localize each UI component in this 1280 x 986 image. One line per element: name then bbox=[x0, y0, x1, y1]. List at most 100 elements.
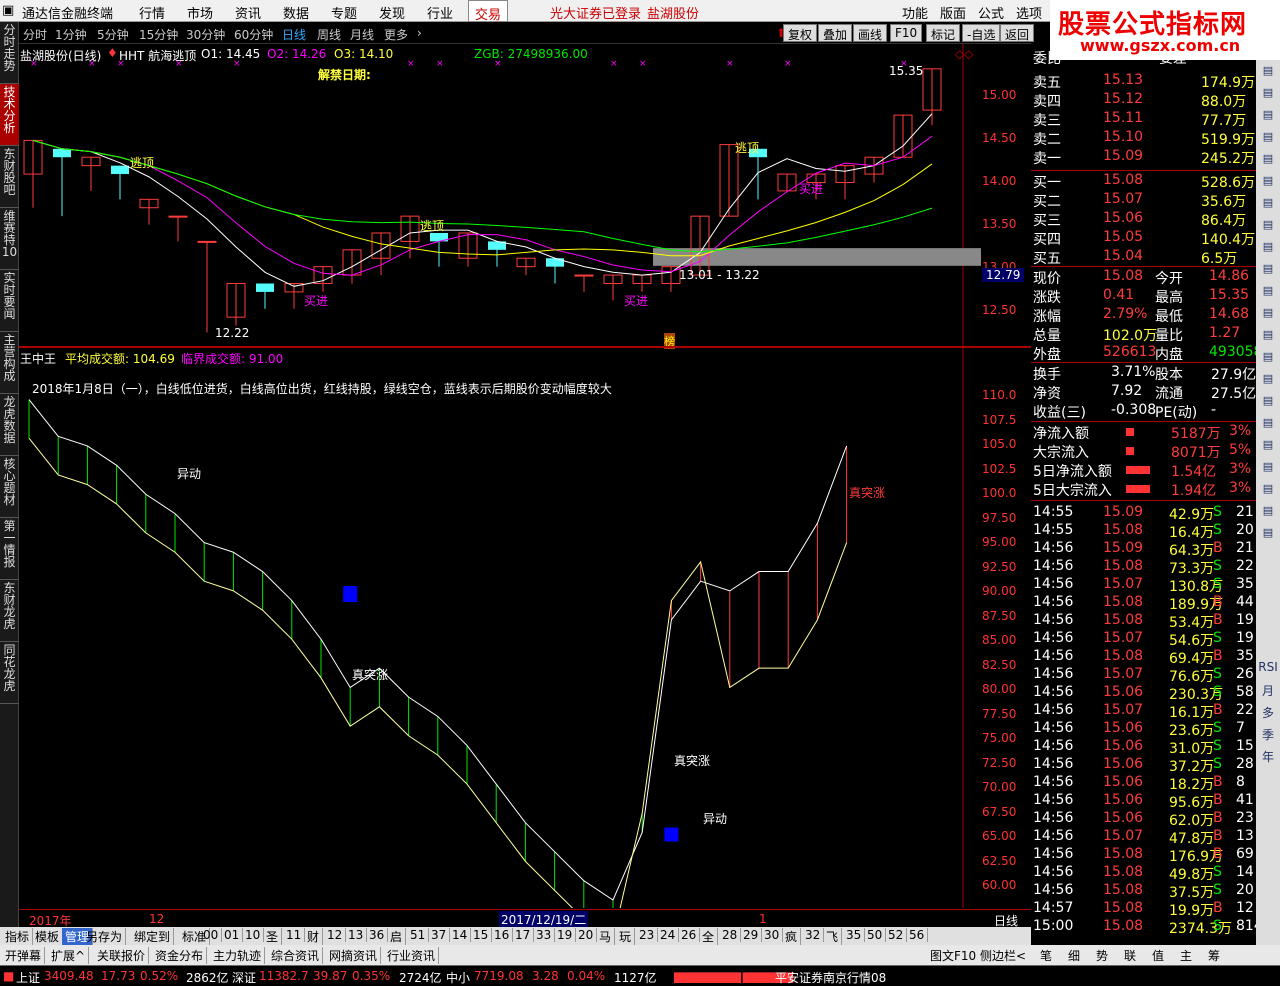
side-tool-icon-15[interactable]: ▤ bbox=[1258, 394, 1278, 410]
side-tool-icon-11[interactable]: ▤ bbox=[1258, 306, 1278, 322]
period-30min[interactable]: 30分钟 bbox=[186, 26, 225, 43]
vtab-guba[interactable]: 东财股吧 bbox=[0, 146, 19, 208]
menu-gongneng[interactable]: 功能 bbox=[902, 3, 928, 22]
side-period-3[interactable]: 季 bbox=[1258, 726, 1278, 742]
side-tool-icon-4[interactable]: ▤ bbox=[1258, 152, 1278, 168]
indicator-tab-27[interactable]: 23 bbox=[636, 928, 659, 942]
kline-panel[interactable]: × × × × × × × × × × × × × 盐湖股份(日线) ♦ HHT 航海逃顶 O1: 14… bbox=[19, 44, 1031, 349]
period-more[interactable]: 更多 bbox=[384, 26, 408, 43]
diamond-icon[interactable]: ◇◇ bbox=[955, 47, 973, 61]
menu-gongshi[interactable]: 公式 bbox=[978, 3, 1004, 22]
side-tool-icon-8[interactable]: ▤ bbox=[1258, 240, 1278, 256]
indicator-tab-24[interactable]: 20 bbox=[575, 928, 598, 942]
panel-tab-1[interactable]: 细 bbox=[1068, 947, 1080, 964]
btn-zixuan[interactable]: -自选 bbox=[962, 24, 1001, 42]
side-tool-icon-16[interactable]: ▤ bbox=[1258, 416, 1278, 432]
panel-tab-2[interactable]: 势 bbox=[1096, 947, 1108, 964]
btn-f10[interactable]: F10 bbox=[890, 24, 923, 42]
side-tool-icon-14[interactable]: ▤ bbox=[1258, 372, 1278, 388]
side-tool-icon-10[interactable]: ▤ bbox=[1258, 284, 1278, 300]
period-daily[interactable]: 日线 bbox=[282, 26, 306, 43]
side-tool-icon-1[interactable]: ▤ bbox=[1258, 86, 1278, 102]
indicator-tab-20[interactable]: 16 bbox=[491, 928, 514, 942]
indicator-tab-14[interactable]: 36 bbox=[366, 928, 389, 942]
side-tool-icon-7[interactable]: ▤ bbox=[1258, 218, 1278, 234]
indicator-tab-4[interactable]: 绑定到 bbox=[131, 928, 175, 945]
vtab-longhu[interactable]: 龙虎数据 bbox=[0, 394, 19, 456]
vtab-ticai[interactable]: 核心题材 bbox=[0, 456, 19, 518]
side-tool-icon-6[interactable]: ▤ bbox=[1258, 196, 1278, 212]
side-tool-icon-17[interactable]: ▤ bbox=[1258, 438, 1278, 454]
menu-zixun[interactable]: 资讯 bbox=[235, 3, 261, 22]
side-period-0[interactable]: RSI bbox=[1258, 660, 1278, 676]
side-tool-icon-0[interactable]: ▤ bbox=[1258, 64, 1278, 80]
indicator-tab-19[interactable]: 15 bbox=[470, 928, 493, 942]
btn-huaxian[interactable]: 画线 bbox=[853, 24, 888, 42]
func-tab-0[interactable]: 开弹幕 bbox=[2, 947, 46, 964]
indicator-tab-8[interactable]: 10 bbox=[242, 928, 265, 942]
func-tab-1[interactable]: 扩展^ bbox=[48, 947, 90, 964]
period-1min[interactable]: 1分钟 bbox=[55, 26, 87, 43]
func-tab-7[interactable]: 行业资讯 bbox=[384, 947, 440, 964]
side-period-2[interactable]: 多 bbox=[1258, 704, 1278, 720]
side-tool-icon-18[interactable]: ▤ bbox=[1258, 460, 1278, 476]
indicator-tab-26[interactable]: 玩 bbox=[616, 928, 636, 945]
vtab-yaowen[interactable]: 实时要闻 bbox=[0, 270, 19, 332]
side-period-1[interactable]: 月 bbox=[1258, 682, 1278, 698]
menu-shuju[interactable]: 数据 bbox=[283, 3, 309, 22]
indicator-tab-33[interactable]: 30 bbox=[761, 928, 784, 942]
period-monthly[interactable]: 月线 bbox=[350, 26, 374, 43]
vtab-weisaite[interactable]: 维赛特10 bbox=[0, 208, 19, 270]
indicator-panel[interactable]: 王中王 平均成交额: 104.69 临界成交额: 91.00 2018年1月8日… bbox=[19, 348, 1031, 908]
indicator-tab-37[interactable]: 35 bbox=[843, 928, 866, 942]
indicator-tab-21[interactable]: 17 bbox=[512, 928, 535, 942]
vtab-qingbao[interactable]: 第一情报 bbox=[0, 518, 19, 580]
indicator-tab-12[interactable]: 12 bbox=[324, 928, 347, 942]
side-tool-icon-20[interactable]: ▤ bbox=[1258, 504, 1278, 520]
indicator-tab-36[interactable]: 飞 bbox=[823, 928, 843, 945]
menu-faxian[interactable]: 发现 bbox=[379, 3, 405, 22]
func-tab-3[interactable]: 资金分布 bbox=[152, 947, 208, 964]
kline-chart[interactable]: × × × × × × × × × × × × × bbox=[19, 44, 1031, 346]
indicator-tab-23[interactable]: 19 bbox=[554, 928, 577, 942]
panel-tab-3[interactable]: 联 bbox=[1124, 947, 1136, 964]
menu-hangqing[interactable]: 行情 bbox=[139, 3, 165, 22]
indicator-tab-34[interactable]: 疯 bbox=[782, 928, 802, 945]
indicator-tab-35[interactable]: 32 bbox=[802, 928, 825, 942]
indicator-tab-0[interactable]: 指标 bbox=[2, 928, 34, 945]
period-60min[interactable]: 60分钟 bbox=[234, 26, 273, 43]
indicator-tab-28[interactable]: 24 bbox=[657, 928, 680, 942]
indicator-tab-18[interactable]: 14 bbox=[449, 928, 472, 942]
indicator-tab-9[interactable]: 圣 bbox=[263, 928, 283, 945]
chevron-right-icon[interactable]: › bbox=[417, 26, 422, 40]
side-tool-icon-21[interactable]: ▤ bbox=[1258, 526, 1278, 542]
indicator-tab-17[interactable]: 37 bbox=[428, 928, 451, 942]
func-tab-6[interactable]: 网摘资讯 bbox=[326, 947, 382, 964]
vtab-fenshi[interactable]: 分时走势 bbox=[0, 22, 19, 84]
indicator-tab-39[interactable]: 52 bbox=[885, 928, 908, 942]
indicator-tab-11[interactable]: 财 bbox=[304, 928, 324, 945]
panel-tab-6[interactable]: 筹 bbox=[1208, 947, 1220, 964]
menu-xuanxiang[interactable]: 选项 bbox=[1016, 3, 1042, 22]
indicator-tab-3[interactable]: 另存为 bbox=[83, 928, 127, 945]
indicator-tab-7[interactable]: 01 bbox=[221, 928, 244, 942]
vtab-tonghua[interactable]: 同花龙虎 bbox=[0, 642, 19, 704]
period-5min[interactable]: 5分钟 bbox=[97, 26, 129, 43]
indicator-chart[interactable] bbox=[19, 348, 1031, 908]
indicator-tab-38[interactable]: 50 bbox=[864, 928, 887, 942]
side-tool-icon-9[interactable]: ▤ bbox=[1258, 262, 1278, 278]
indicator-tab-40[interactable]: 56 bbox=[906, 928, 929, 942]
menu-shichang[interactable]: 市场 bbox=[187, 3, 213, 22]
indicator-tab-16[interactable]: 51 bbox=[407, 928, 430, 942]
vtab-jishu[interactable]: 技术分析 bbox=[0, 84, 19, 146]
period-fenshi[interactable]: 分时 bbox=[23, 26, 47, 43]
indicator-tab-6[interactable]: 00 bbox=[200, 928, 223, 942]
side-tool-icon-13[interactable]: ▤ bbox=[1258, 350, 1278, 366]
menu-zhuanti[interactable]: 专题 bbox=[331, 3, 357, 22]
indicator-tab-13[interactable]: 13 bbox=[345, 928, 368, 942]
side-tool-icon-2[interactable]: ▤ bbox=[1258, 108, 1278, 124]
indicator-tab-32[interactable]: 29 bbox=[740, 928, 763, 942]
vtab-zhuying[interactable]: 主营构成 bbox=[0, 332, 19, 394]
menu-jiaoyi[interactable]: 交易 bbox=[468, 0, 509, 23]
period-15min[interactable]: 15分钟 bbox=[139, 26, 178, 43]
